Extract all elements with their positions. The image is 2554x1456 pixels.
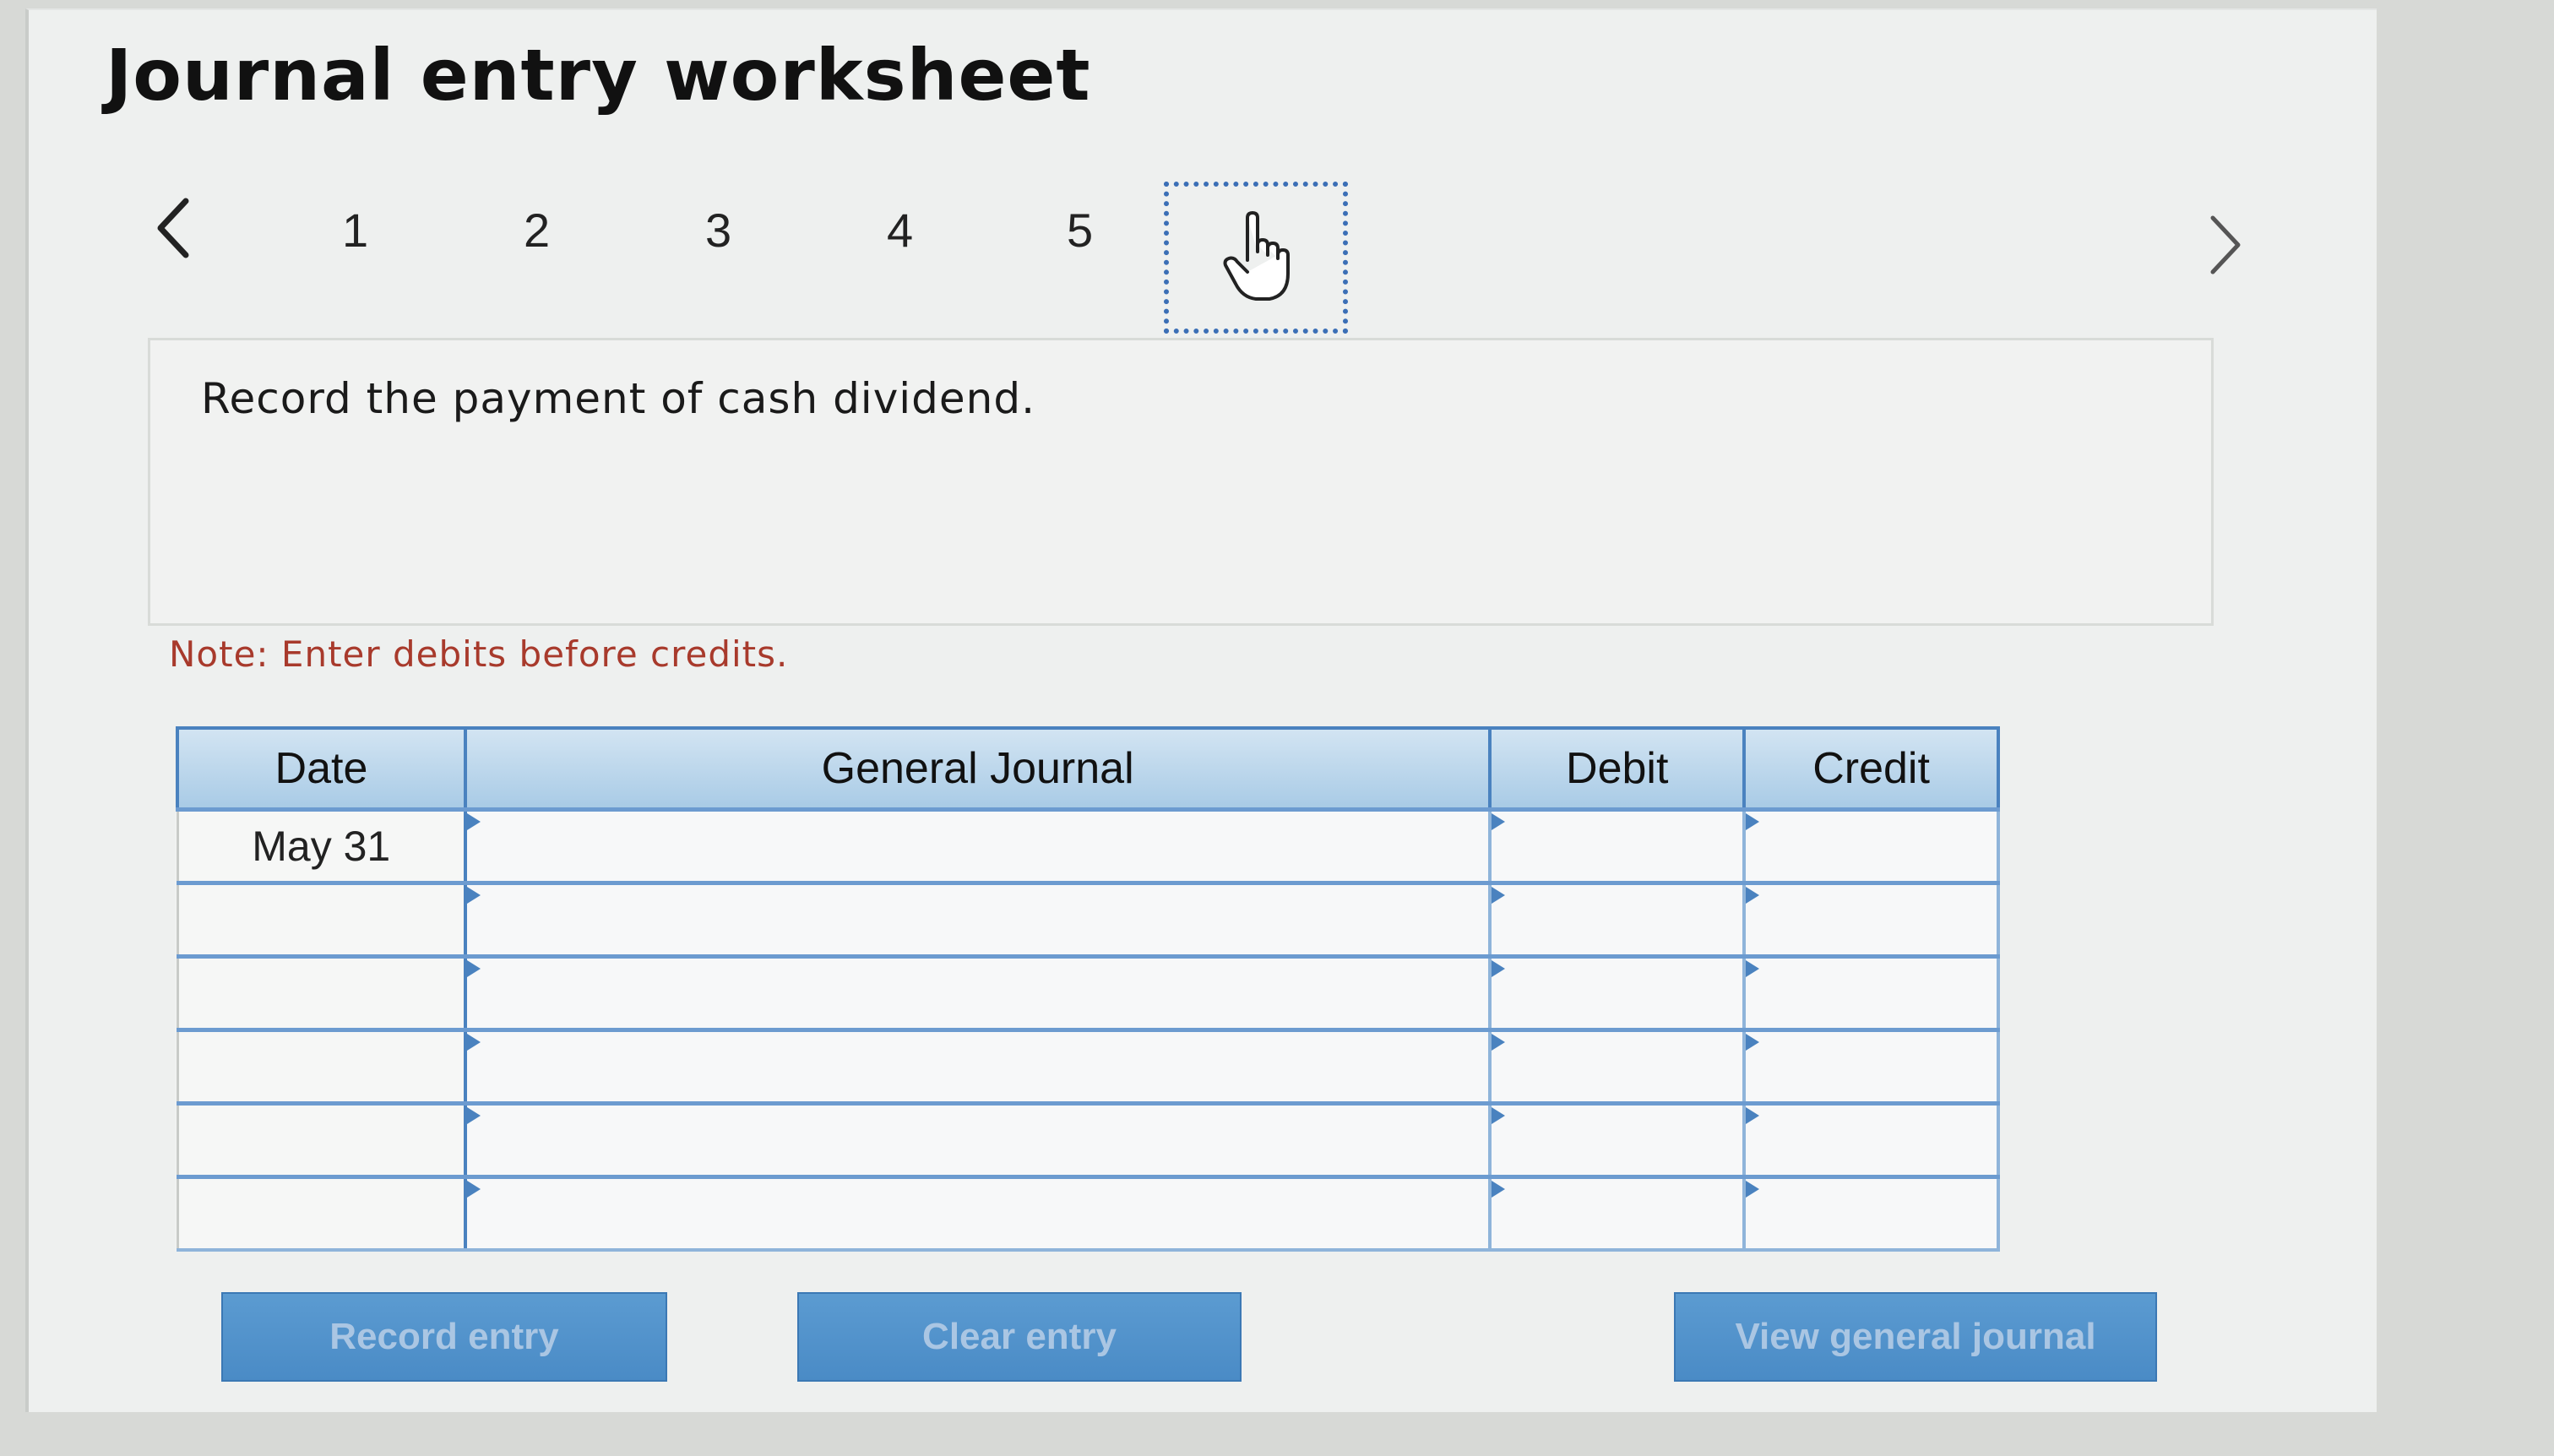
step-6-tab-current[interactable]: [1164, 182, 1348, 334]
table-header-row: Date General Journal Debit Credit: [176, 726, 2000, 812]
journal-table: Date General Journal Debit Credit May 31: [176, 726, 2000, 1252]
record-entry-button[interactable]: Record entry: [221, 1292, 667, 1382]
question-box: Record the payment of cash dividend.: [148, 338, 2214, 626]
credit-input[interactable]: [1742, 807, 2000, 885]
debit-input[interactable]: [1488, 954, 1747, 1032]
prev-step-button[interactable]: [144, 190, 203, 266]
credit-input[interactable]: [1742, 1101, 2000, 1179]
debit-header: Debit: [1488, 726, 1747, 812]
account-input[interactable]: [463, 1028, 1492, 1106]
account-input[interactable]: [463, 881, 1492, 959]
question-text: Record the payment of cash dividend.: [201, 374, 1036, 423]
date-cell: [176, 1175, 467, 1252]
credit-input[interactable]: [1742, 954, 2000, 1032]
table-row: [176, 1101, 2000, 1179]
debit-input[interactable]: [1488, 1028, 1747, 1106]
step-5-tab[interactable]: 5: [1067, 203, 1093, 258]
next-step-button[interactable]: [2196, 207, 2255, 283]
date-cell: [176, 1101, 467, 1179]
account-input[interactable]: [463, 1175, 1492, 1252]
credit-input[interactable]: [1742, 881, 2000, 959]
table-row: [176, 1175, 2000, 1252]
note-text: Note: Enter debits before credits.: [169, 633, 789, 675]
step-3-tab[interactable]: 3: [705, 203, 731, 258]
date-header: Date: [176, 726, 467, 812]
debit-input[interactable]: [1488, 807, 1747, 885]
account-input[interactable]: [463, 807, 1492, 885]
account-input[interactable]: [463, 954, 1492, 1032]
credit-input[interactable]: [1742, 1028, 2000, 1106]
step-navigation: 1 2 3 4 5: [135, 173, 2297, 342]
view-general-journal-button[interactable]: View general journal: [1674, 1292, 2157, 1382]
debit-input[interactable]: [1488, 1175, 1747, 1252]
credit-header: Credit: [1742, 726, 2000, 812]
debit-input[interactable]: [1488, 881, 1747, 959]
date-cell: [176, 954, 467, 1032]
table-row: [176, 1028, 2000, 1106]
page-title: Journal entry worksheet: [106, 34, 1091, 117]
date-cell: [176, 881, 467, 959]
chevron-left-icon: [157, 198, 189, 258]
hand-pointer-icon: [1223, 211, 1290, 301]
account-input[interactable]: [463, 1101, 1492, 1179]
date-cell: May 31: [176, 807, 467, 885]
clear-entry-button[interactable]: Clear entry: [797, 1292, 1242, 1382]
table-row: [176, 954, 2000, 1032]
chevron-right-icon: [2210, 215, 2241, 274]
step-2-tab[interactable]: 2: [524, 203, 550, 258]
table-row: [176, 881, 2000, 959]
debit-input[interactable]: [1488, 1101, 1747, 1179]
table-row: May 31: [176, 807, 2000, 885]
credit-input[interactable]: [1742, 1175, 2000, 1252]
step-1-tab[interactable]: 1: [342, 203, 368, 258]
date-cell: [176, 1028, 467, 1106]
general-journal-header: General Journal: [463, 726, 1492, 812]
step-4-tab[interactable]: 4: [887, 203, 913, 258]
